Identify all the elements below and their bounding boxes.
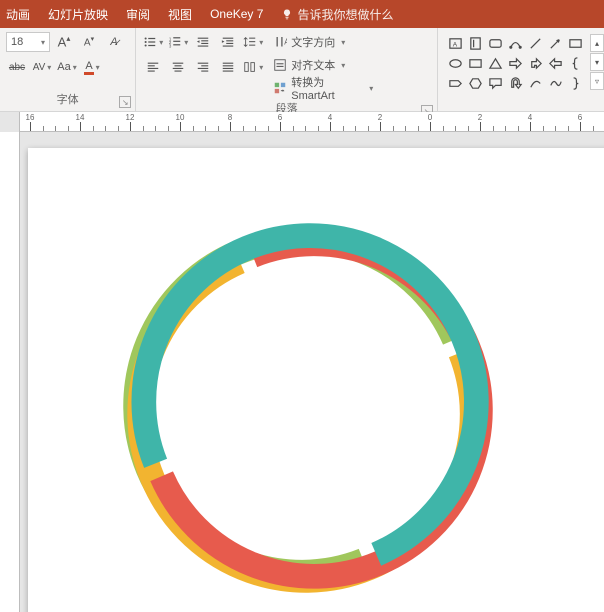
increase-indent-button[interactable] — [217, 32, 239, 52]
lightbulb-icon — [281, 8, 293, 20]
decrease-indent-button[interactable] — [192, 32, 214, 52]
change-case-button[interactable]: Aa — [56, 57, 78, 77]
bullets-button[interactable] — [142, 32, 164, 52]
app-tab-bar: 动画 幻灯片放映 审阅 视图 OneKey 7 告诉我你想做什么 — [0, 0, 604, 28]
tab-onekey[interactable]: OneKey 7 — [210, 7, 263, 21]
ring-shape[interactable] — [118, 218, 498, 598]
tell-me-search[interactable]: 告诉我你想做什么 — [281, 6, 393, 23]
text-direction-icon: ┃┃A — [273, 35, 287, 49]
align-right-button[interactable] — [192, 57, 214, 77]
shape-hexagon[interactable] — [466, 74, 484, 92]
ruler-corner — [0, 112, 20, 132]
ruler-area: 1614121086420246 — [0, 112, 604, 132]
svg-text:A: A — [452, 41, 457, 48]
ribbon: 18 ▾ A▴ A▾ A̷ abc AV Aa A 字体 ↘ — [0, 28, 604, 112]
align-justify-button[interactable] — [217, 57, 239, 77]
slide-area[interactable] — [20, 132, 604, 612]
font-dialog-launcher[interactable]: ↘ — [119, 96, 131, 108]
shape-pentagon[interactable] — [446, 74, 464, 92]
align-justify-icon — [221, 60, 235, 74]
tell-me-label: 告诉我你想做什么 — [297, 6, 393, 23]
group-shapes: A — [438, 28, 604, 111]
align-text-button[interactable]: 对齐文本 — [268, 55, 378, 75]
shapes-expand[interactable]: ▿ — [590, 72, 604, 90]
tab-animation[interactable]: 动画 — [6, 6, 30, 23]
char-spacing-button[interactable]: AV — [31, 57, 53, 77]
shape-vert-text[interactable] — [466, 34, 484, 52]
strike-button[interactable]: abc — [6, 57, 28, 77]
shape-edit-points[interactable] — [506, 34, 524, 52]
font-size-input[interactable]: 18 ▾ — [6, 32, 50, 52]
svg-text:3: 3 — [169, 43, 172, 48]
align-text-icon — [273, 58, 287, 72]
shape-arrow[interactable] — [546, 34, 564, 52]
shapes-gallery: A — [440, 32, 586, 94]
line-spacing-button[interactable] — [242, 32, 264, 52]
shape-brace-r[interactable] — [566, 74, 584, 92]
font-color-button[interactable]: A — [81, 57, 103, 77]
numbering-icon: 123 — [168, 35, 182, 49]
slide[interactable] — [28, 148, 604, 612]
align-right-icon — [196, 60, 210, 74]
tab-view[interactable]: 视图 — [168, 6, 192, 23]
shape-curve[interactable] — [526, 74, 544, 92]
horizontal-ruler[interactable]: 1614121086420246 — [20, 112, 604, 132]
convert-smartart-button[interactable]: 转换为 SmartArt — [268, 78, 378, 98]
outdent-icon — [196, 35, 210, 49]
group-font: 18 ▾ A▴ A▾ A̷ abc AV Aa A 字体 ↘ — [0, 28, 136, 111]
svg-text:┃┃A: ┃┃A — [275, 37, 287, 47]
line-spacing-icon — [243, 35, 257, 49]
shape-oval[interactable] — [446, 54, 464, 72]
clear-format-button[interactable]: A̷ — [103, 32, 125, 52]
shape-curve2[interactable] — [546, 74, 564, 92]
shape-rect2[interactable] — [466, 54, 484, 72]
shape-text-box[interactable]: A — [446, 34, 464, 52]
align-left-button[interactable] — [142, 57, 164, 77]
indent-icon — [221, 35, 235, 49]
align-center-icon — [171, 60, 185, 74]
columns-button[interactable] — [242, 57, 264, 77]
align-center-button[interactable] — [167, 57, 189, 77]
bullets-icon — [143, 35, 157, 49]
columns-icon — [243, 60, 257, 74]
shape-l-arrow[interactable] — [546, 54, 564, 72]
text-direction-button[interactable]: ┃┃A 文字方向 — [268, 32, 378, 52]
font-size-value: 18 — [11, 36, 23, 48]
shape-brace-l[interactable] — [566, 54, 584, 72]
numbering-button[interactable]: 123 — [167, 32, 189, 52]
increase-font-button[interactable]: A▴ — [53, 32, 75, 52]
group-font-label: 字体 ↘ — [0, 89, 135, 111]
tab-review[interactable]: 审阅 — [126, 6, 150, 23]
shape-triangle[interactable] — [486, 54, 504, 72]
smartart-icon — [273, 81, 287, 95]
shape-rounded-rect[interactable] — [486, 34, 504, 52]
shape-r-arrow[interactable] — [506, 54, 524, 72]
shape-corner-arrow[interactable] — [526, 54, 544, 72]
tab-slideshow[interactable]: 幻灯片放映 — [48, 6, 108, 23]
shape-callout[interactable] — [486, 74, 504, 92]
shape-line[interactable] — [526, 34, 544, 52]
workspace — [0, 132, 604, 612]
group-shapes-label — [438, 94, 604, 112]
shapes-scroll-up[interactable]: ▴ — [590, 34, 604, 52]
shape-u-arrow[interactable] — [506, 74, 524, 92]
align-left-icon — [146, 60, 160, 74]
vertical-ruler[interactable] — [0, 132, 20, 612]
shape-rect[interactable] — [566, 34, 584, 52]
shapes-scroll-down[interactable]: ▾ — [590, 53, 604, 71]
group-paragraph: 123 ┃┃A 文字方向 — [136, 28, 438, 111]
decrease-font-button[interactable]: A▾ — [78, 32, 100, 52]
